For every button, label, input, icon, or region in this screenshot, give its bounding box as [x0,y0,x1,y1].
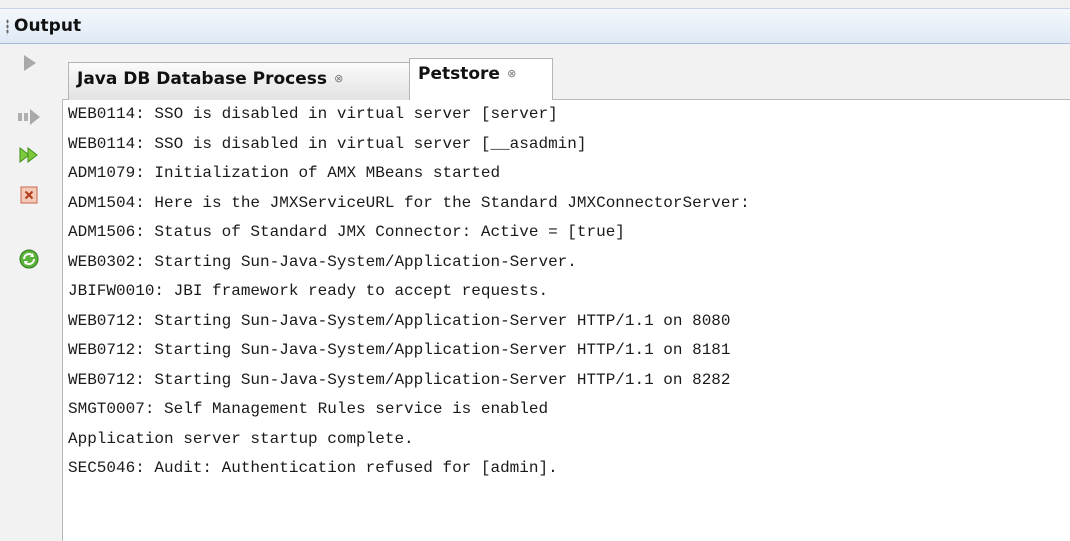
console-line: Application server startup complete. [68,429,414,448]
close-tab-icon[interactable]: ⊗ [507,67,516,80]
drag-grip-icon[interactable] [6,19,9,35]
panel-title: Output [14,16,82,36]
console-line: WEB0302: Starting Sun-Java-System/Applic… [68,252,577,271]
output-console[interactable]: WEB0114: SSO is disabled in virtual serv… [62,100,1070,541]
console-line: ADM1506: Status of Standard JMX Connecto… [68,223,625,241]
refresh-icon[interactable] [18,248,40,270]
tab-java-db-database-process[interactable]: Java DB Database Process ⊗ [68,62,411,100]
tab-petstore[interactable]: Petstore ⊗ [409,58,553,101]
console-line: WEB0712: Starting Sun-Java-System/Applic… [68,341,731,359]
console-line: JBIFW0010: JBI framework ready to accept… [68,282,549,300]
console-line: ADM1504: Here is the JMXServiceURL for t… [68,193,750,212]
output-tabs: Java DB Database Process ⊗ Petstore ⊗ [62,44,1070,101]
console-line: WEB0712: Starting Sun-Java-System/Applic… [68,370,731,389]
console-line: WEB0114: SSO is disabled in virtual serv… [68,134,587,153]
rerun-with-options-icon[interactable] [18,106,40,128]
output-panel-header: Output [0,8,1070,44]
console-line: WEB0712: Starting Sun-Java-System/Applic… [68,311,731,330]
console-lines: WEB0114: SSO is disabled in virtual serv… [68,100,750,484]
output-toolbar [0,44,63,541]
close-tab-icon[interactable]: ⊗ [334,72,343,85]
tab-label: Java DB Database Process [77,69,328,89]
rerun-icon[interactable] [18,52,40,74]
console-line: WEB0114: SSO is disabled in virtual serv… [68,105,558,123]
resume-icon[interactable] [18,144,40,166]
tab-label: Petstore [418,64,500,84]
stop-icon[interactable] [18,184,40,206]
console-line: ADM1079: Initialization of AMX MBeans st… [68,164,501,182]
window-top-edge [0,0,1070,8]
console-line: SMGT0007: Self Management Rules service … [68,400,549,418]
console-line: SEC5046: Audit: Authentication refused f… [68,459,558,477]
